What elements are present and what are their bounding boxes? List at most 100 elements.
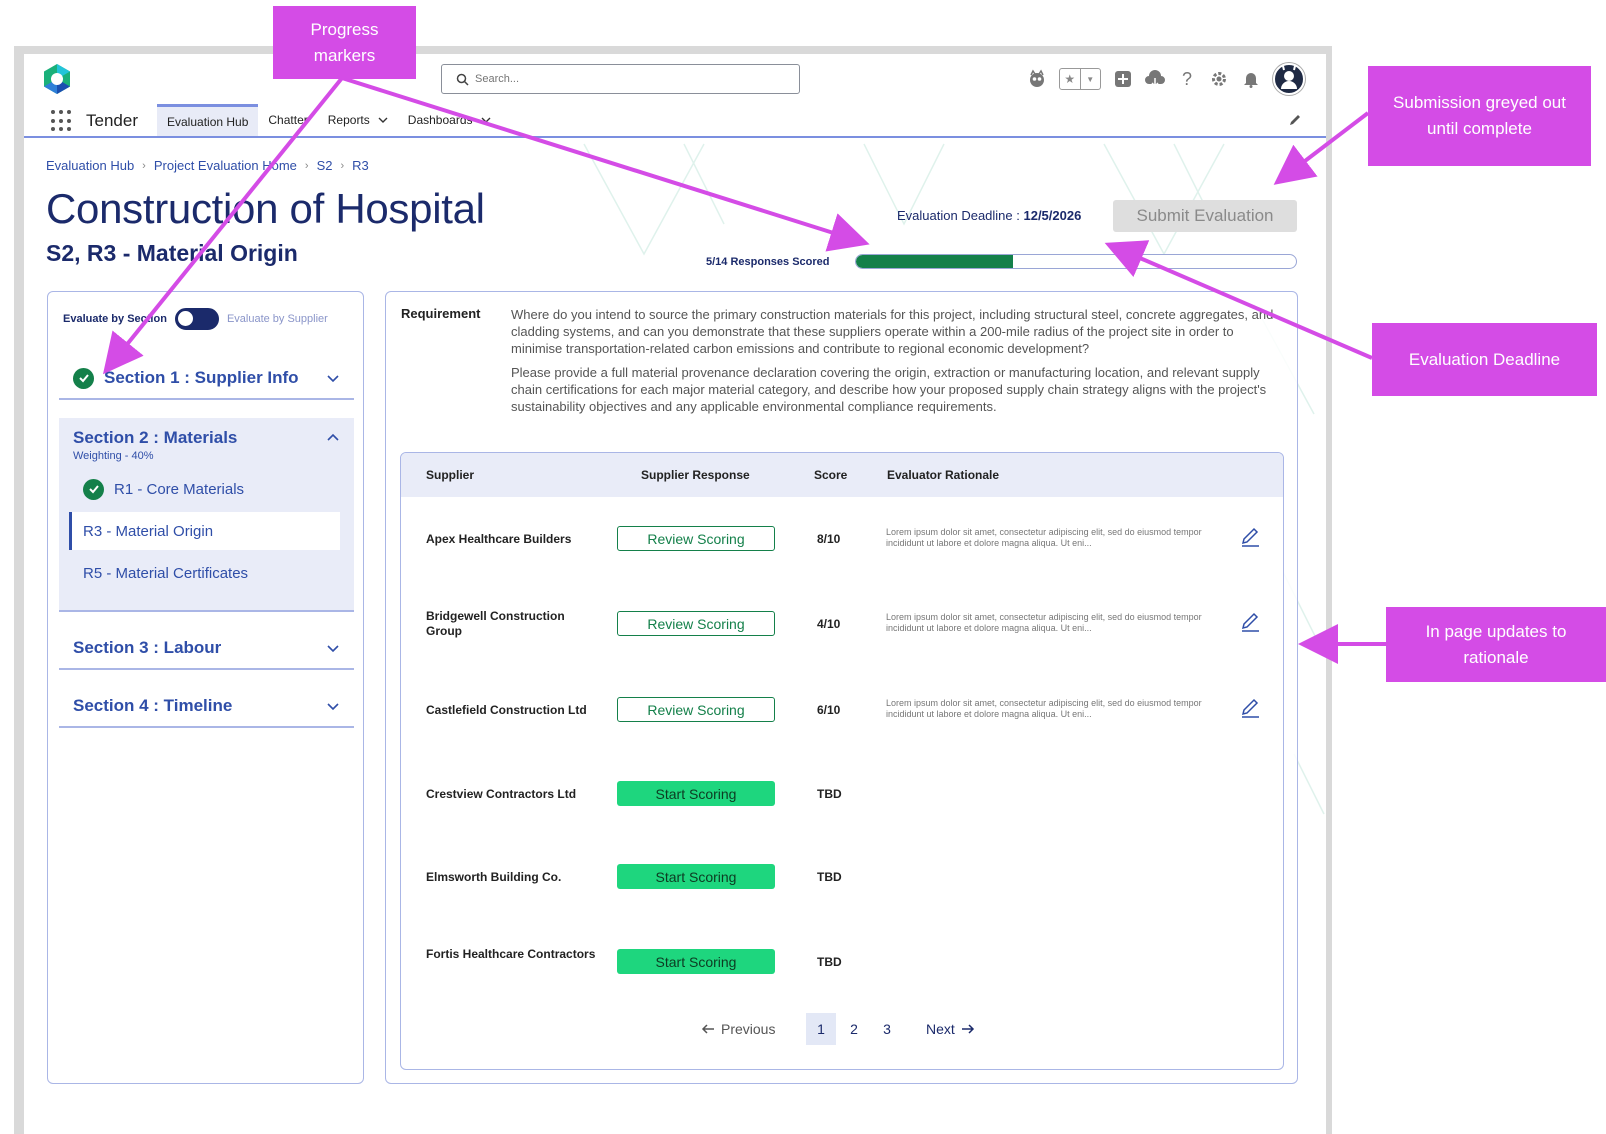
app-launcher-icon[interactable] — [51, 110, 73, 132]
supplier-name: Fortis Healthcare Contractors — [426, 947, 596, 961]
score-value: 8/10 — [817, 532, 841, 546]
annotation-submission-greyed: Submission greyed out until complete — [1368, 66, 1591, 166]
bell-icon[interactable] — [1241, 69, 1261, 89]
section-2[interactable]: Section 2 : Materials Weighting - 40% R1… — [59, 418, 354, 612]
deadline-label: Evaluation Deadline : — [897, 208, 1024, 223]
breadcrumb-item[interactable]: R3 — [352, 158, 369, 173]
evaluation-panel: Requirement Where do you intend to sourc… — [385, 291, 1298, 1084]
table-header: Supplier Supplier Response Score Evaluat… — [401, 453, 1283, 497]
requirement-label: R3 - Material Origin — [83, 522, 214, 540]
next-label: Next — [926, 1021, 955, 1037]
logo-icon — [44, 64, 70, 94]
complete-check-icon — [73, 367, 94, 389]
score-value: TBD — [817, 955, 842, 969]
supplier-name: Castlefield Construction Ltd — [426, 703, 587, 717]
breadcrumb-item[interactable]: Project Evaluation Home — [154, 158, 297, 173]
page-button-3[interactable]: 3 — [872, 1013, 902, 1045]
start-scoring-button[interactable]: Start Scoring — [617, 781, 775, 806]
progress-bar — [855, 254, 1297, 269]
requirement-label: R5 - Material Certificates — [83, 564, 249, 582]
review-scoring-button[interactable]: Review Scoring — [617, 697, 775, 722]
section-4[interactable]: Section 4 : Timeline — [59, 686, 354, 728]
search-box[interactable] — [441, 64, 800, 94]
section-header[interactable]: Section 4 : Timeline — [59, 686, 354, 726]
complete-check-icon — [83, 478, 104, 500]
review-scoring-button[interactable]: Review Scoring — [617, 611, 775, 636]
evaluate-mode-toggle[interactable] — [174, 308, 219, 330]
requirement-item-r3[interactable]: R3 - Material Origin — [69, 512, 340, 550]
search-icon — [456, 73, 469, 86]
submit-evaluation-button[interactable]: Submit Evaluation — [1113, 200, 1297, 232]
chevron-down-icon[interactable]: ▼ — [1079, 69, 1101, 89]
previous-page-button[interactable]: Previous — [701, 1013, 775, 1045]
requirement-paragraph: Where do you intend to source the primar… — [511, 307, 1274, 356]
favorites-control[interactable]: ★ ▼ — [1059, 68, 1101, 90]
tab-reports[interactable]: Reports — [318, 104, 398, 136]
breadcrumb-item[interactable]: Evaluation Hub — [46, 158, 134, 173]
section-weighting: Weighting - 40% — [73, 450, 154, 462]
next-page-button[interactable]: Next — [926, 1013, 975, 1045]
supplier-name: Crestview Contractors Ltd — [426, 787, 577, 801]
star-icon[interactable]: ★ — [1060, 69, 1080, 89]
previous-label: Previous — [721, 1021, 776, 1037]
chevron-down-icon[interactable] — [326, 699, 340, 713]
tab-chatter[interactable]: Chatter — [258, 104, 317, 136]
start-scoring-button[interactable]: Start Scoring — [617, 864, 775, 889]
search-input[interactable] — [475, 70, 775, 88]
chevron-up-icon[interactable] — [326, 431, 340, 445]
header-icons: ★ ▼ ? — [1027, 63, 1305, 95]
requirement-item-r5[interactable]: R5 - Material Certificates — [59, 554, 354, 592]
chevron-down-icon[interactable] — [326, 371, 340, 385]
section-header[interactable]: Section 3 : Labour — [59, 628, 354, 668]
chevron-down-icon[interactable] — [378, 115, 388, 125]
page-button-1[interactable]: 1 — [806, 1013, 836, 1045]
edit-rationale-icon[interactable] — [1239, 526, 1261, 548]
toggle-label-section: Evaluate by Section — [63, 313, 167, 325]
help-icon[interactable]: ? — [1177, 69, 1197, 89]
section-3[interactable]: Section 3 : Labour — [59, 628, 354, 670]
tab-label: Reports — [327, 113, 370, 127]
cloud-icon[interactable] — [1145, 69, 1165, 89]
breadcrumb-item[interactable]: S2 — [317, 158, 333, 173]
section-title: Section 1 : Supplier Info — [104, 368, 299, 387]
table-row: Apex Healthcare Builders Review Scoring … — [401, 497, 1283, 581]
review-scoring-button[interactable]: Review Scoring — [617, 526, 775, 551]
edit-rationale-icon[interactable] — [1239, 611, 1261, 633]
score-value: TBD — [817, 787, 842, 801]
score-value: TBD — [817, 870, 842, 884]
arrow-right-icon — [961, 1024, 974, 1034]
section-title: Section 2 : Materials — [73, 428, 238, 447]
table-row: Elmsworth Building Co. Start Scoring TBD — [401, 836, 1283, 920]
tab-dashboards[interactable]: Dashboards — [398, 104, 501, 136]
progress-fill — [856, 255, 1014, 268]
page-title: Construction of Hospital — [46, 185, 485, 232]
chevron-down-icon[interactable] — [326, 641, 340, 655]
deadline-value: 12/5/2026 — [1023, 208, 1082, 223]
page-subtitle: S2, R3 - Material Origin — [46, 240, 298, 266]
requirement-label: Requirement — [401, 306, 481, 321]
annotation-progress-markers: Progress markers — [273, 6, 416, 79]
tab-label: Chatter — [268, 113, 308, 127]
edit-rationale-icon[interactable] — [1239, 697, 1261, 719]
page-button-2[interactable]: 2 — [839, 1013, 869, 1045]
add-icon[interactable] — [1113, 69, 1133, 89]
tab-evaluation-hub[interactable]: Evaluation Hub — [157, 104, 259, 136]
requirement-item-r1[interactable]: R1 - Core Materials — [59, 470, 354, 508]
pagination: Previous 1 2 3 Next — [401, 1013, 1283, 1049]
gear-icon[interactable] — [1209, 69, 1229, 89]
breadcrumb-separator-icon: › — [340, 159, 345, 172]
edit-nav-icon[interactable] — [1288, 113, 1302, 127]
supplier-name: Elmsworth Building Co. — [426, 870, 562, 884]
column-header: Score — [814, 468, 848, 482]
agent-icon[interactable] — [1027, 69, 1047, 89]
start-scoring-button[interactable]: Start Scoring — [617, 949, 775, 974]
supplier-name: Apex Healthcare Builders — [426, 532, 572, 546]
tab-label: Evaluation Hub — [167, 114, 249, 129]
avatar[interactable] — [1273, 63, 1305, 95]
toggle-label-supplier: Evaluate by Supplier — [226, 313, 328, 325]
section-header[interactable]: Section 1 : Supplier Info — [59, 358, 354, 398]
section-1[interactable]: Section 1 : Supplier Info — [59, 358, 354, 400]
score-value: 4/10 — [817, 617, 841, 631]
chevron-down-icon[interactable] — [481, 115, 491, 125]
table-row: Bridgewell Construction Group Review Sco… — [401, 583, 1283, 667]
